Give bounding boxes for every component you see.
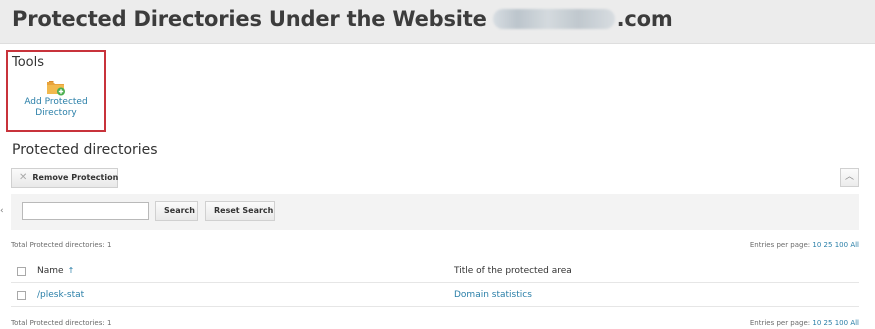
column-name-label: Name [37, 266, 64, 276]
entries-option-10[interactable]: 10 [812, 241, 821, 249]
add-protected-directory-label-line1: Add Protected [24, 97, 88, 107]
tools-label: Tools [12, 55, 45, 70]
entries-option-all[interactable]: All [850, 319, 859, 327]
column-header-name[interactable]: Name ↑ [37, 266, 74, 276]
total-count-top: Total Protected directories: 1 [11, 241, 112, 249]
page-header: Protected Directories Under the Website.… [0, 0, 875, 44]
entries-per-page-top: Entries per page: 10 25 100 All [750, 241, 859, 249]
sort-ascending-icon: ↑ [67, 266, 75, 275]
folder-add-icon [47, 81, 65, 96]
add-protected-directory-button[interactable]: Add Protected Directory [8, 79, 104, 119]
page-title: Protected Directories Under the Website.… [12, 7, 673, 31]
collapse-button[interactable]: ︿ [840, 168, 859, 187]
section-title: Protected directories [12, 142, 158, 158]
entries-per-page-bottom: Entries per page: 10 25 100 All [750, 319, 859, 327]
directory-name-link[interactable]: /plesk-stat [37, 290, 84, 300]
search-panel: Search Reset Search [11, 194, 859, 230]
column-header-title: Title of the protected area [454, 266, 572, 276]
entries-option-100[interactable]: 100 [835, 319, 848, 327]
entries-option-all[interactable]: All [850, 241, 859, 249]
select-all-checkbox[interactable] [17, 267, 26, 276]
page-title-suffix: .com [616, 7, 673, 31]
add-protected-directory-label-line2: Directory [35, 108, 77, 118]
entries-option-100[interactable]: 100 [835, 241, 848, 249]
entries-option-25[interactable]: 25 [824, 319, 833, 327]
remove-protection-label: Remove Protection [32, 173, 119, 182]
remove-protection-button[interactable]: ✕ Remove Protection [11, 168, 118, 188]
tools-panel: Tools Add Protected Directory [6, 50, 106, 132]
redacted-domain [492, 9, 615, 29]
side-panel-handle[interactable]: ‹ [0, 196, 5, 226]
remove-icon: ✕ [19, 172, 28, 183]
row-checkbox[interactable] [17, 291, 26, 300]
table-row: /plesk-stat Domain statistics [11, 286, 859, 307]
entries-option-10[interactable]: 10 [812, 319, 821, 327]
page-title-prefix: Protected Directories Under the Website [12, 7, 487, 31]
entries-label: Entries per page: [749, 241, 811, 249]
table-header-row: Name ↑ Title of the protected area [11, 262, 859, 283]
entries-label: Entries per page: [749, 319, 811, 327]
entries-option-25[interactable]: 25 [824, 241, 833, 249]
chevron-up-icon: ︿ [844, 172, 854, 182]
protected-area-title-link[interactable]: Domain statistics [454, 290, 532, 300]
total-count-bottom: Total Protected directories: 1 [11, 319, 112, 327]
search-input[interactable] [22, 202, 149, 220]
reset-search-button[interactable]: Reset Search [205, 201, 275, 221]
list-toolbar: ✕ Remove Protection ︿ [11, 167, 859, 189]
search-button[interactable]: Search [155, 201, 198, 221]
